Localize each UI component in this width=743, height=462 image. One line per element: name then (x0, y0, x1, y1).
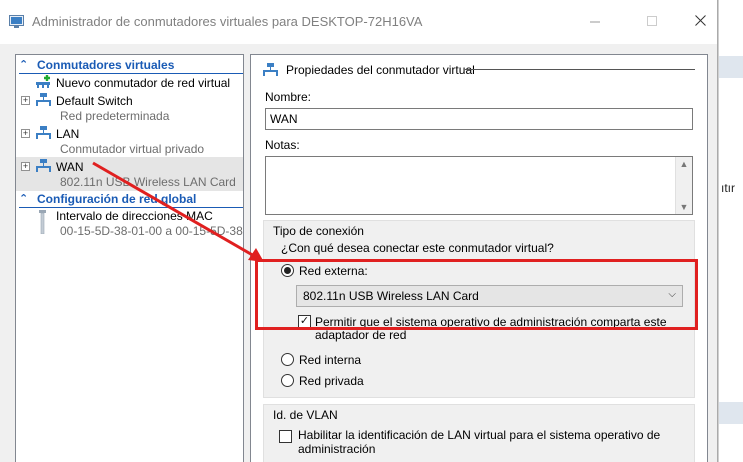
notes-textarea[interactable]: ▲ ▼ (265, 156, 693, 215)
expand-default-switch[interactable]: + (21, 96, 30, 105)
new-switch-icon (36, 75, 50, 88)
close-icon (694, 15, 706, 26)
switch-item-lan-desc: Conmutador virtual privado (60, 142, 205, 156)
minimize-button[interactable] (585, 10, 605, 32)
network-switch-icon (36, 93, 51, 106)
background-band (719, 402, 743, 424)
header-rule (465, 69, 695, 70)
window-title: Administrador de conmutadores virtuales … (32, 14, 423, 29)
mac-address-icon (39, 210, 46, 234)
section-label: Configuración de red global (37, 192, 197, 206)
mac-range-item[interactable]: Intervalo de direcciones MAC (56, 209, 213, 223)
switch-item-default-desc: Red predeterminada (60, 109, 170, 123)
enable-vlan-label-line2: administración (298, 442, 376, 456)
notes-label: Notas: (265, 138, 300, 152)
network-switch-icon (263, 63, 278, 76)
minimize-icon (590, 21, 600, 23)
section-label: Conmutadores virtuales (37, 58, 175, 72)
name-label: Nombre: (265, 90, 312, 104)
vlan-title: Id. de VLAN (273, 408, 338, 422)
notes-scrollbar[interactable]: ▲ ▼ (675, 157, 692, 214)
enable-vlan-checkbox[interactable] (279, 430, 292, 443)
title-bar[interactable]: Administrador de conmutadores virtuales … (0, 0, 717, 44)
enable-vlan-label[interactable]: Habilitar la identificación de LAN virtu… (298, 428, 660, 442)
allow-management-os-label-line2: adaptador de red (315, 328, 407, 342)
scroll-up-icon[interactable]: ▲ (676, 159, 692, 169)
switch-tree[interactable]: ⌃ Conmutadores virtuales Nuevo conmutado… (15, 54, 244, 462)
hyperv-app-icon (9, 15, 24, 28)
section-divider (19, 73, 243, 74)
switch-item-lan[interactable]: LAN (56, 127, 79, 141)
connection-type-title: Tipo de conexión (273, 224, 364, 238)
background-text: ıtır (721, 181, 735, 195)
background-window: ıtır (718, 0, 743, 462)
name-input[interactable]: WAN (265, 108, 693, 130)
vlan-group: Id. de VLAN Habilitar la identificación … (263, 404, 695, 462)
collapse-chevron-icon[interactable]: ⌃ (19, 58, 28, 71)
internal-network-radio[interactable] (281, 353, 294, 366)
private-network-label[interactable]: Red privada (299, 374, 364, 388)
switch-item-default[interactable]: Default Switch (56, 94, 133, 108)
section-divider (19, 207, 243, 208)
section-global-network[interactable]: ⌃ Configuración de red global (16, 191, 243, 208)
internal-network-label[interactable]: Red interna (299, 353, 361, 367)
switch-item-wan-desc: 802.11n USB Wireless LAN Card (60, 175, 236, 189)
connection-question: ¿Con qué desea conectar este conmutador … (281, 241, 554, 255)
expand-wan[interactable]: + (21, 162, 30, 171)
switch-item-wan[interactable]: WAN (56, 160, 84, 174)
switch-manager-dialog: Administrador de conmutadores virtuales … (0, 0, 718, 462)
mac-range-desc: 00-15-5D-38-01-00 a 00-15-5D-38... (60, 224, 244, 238)
background-band (719, 56, 743, 78)
annotation-highlight-box (255, 259, 698, 330)
expand-lan[interactable]: + (21, 129, 30, 138)
new-virtual-switch-item[interactable]: Nuevo conmutador de red virtual (56, 76, 230, 90)
private-network-radio[interactable] (281, 374, 294, 387)
collapse-chevron-icon[interactable]: ⌃ (19, 192, 28, 205)
maximize-button[interactable] (642, 10, 662, 32)
network-switch-icon (36, 126, 51, 139)
maximize-icon (647, 16, 657, 26)
properties-header: Propiedades del conmutador virtual (286, 63, 475, 77)
section-virtual-switches[interactable]: ⌃ Conmutadores virtuales (16, 57, 243, 74)
network-switch-icon (36, 159, 51, 172)
switch-properties-panel: Propiedades del conmutador virtual Nombr… (250, 54, 708, 462)
close-button[interactable] (690, 10, 710, 32)
scroll-down-icon[interactable]: ▼ (676, 202, 692, 212)
